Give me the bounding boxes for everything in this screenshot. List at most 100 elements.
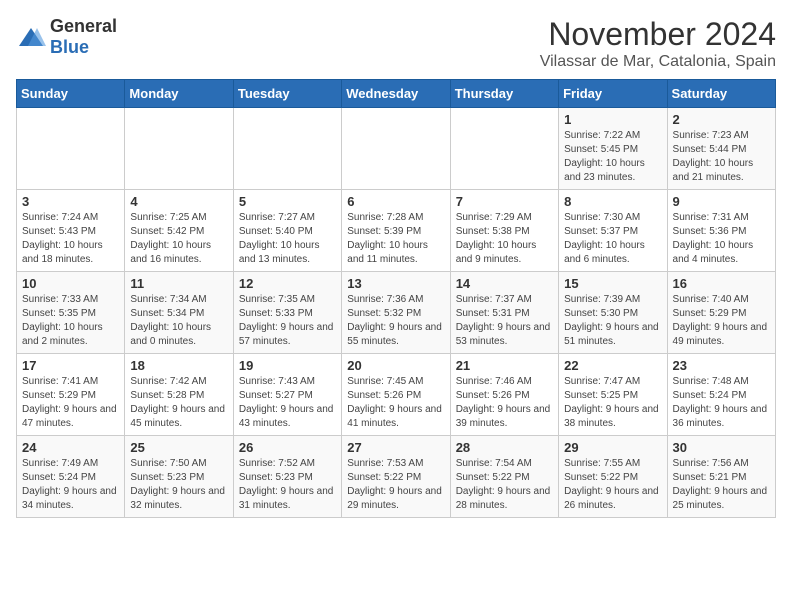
cell-week2-day6: 9 Sunrise: 7:31 AM Sunset: 5:36 PM Daylig…	[667, 190, 775, 272]
day-info: Sunrise: 7:48 AM Sunset: 5:24 PM Dayligh…	[673, 375, 770, 431]
day-number: 2	[673, 112, 770, 127]
day-number: 15	[564, 276, 661, 291]
day-number: 3	[22, 194, 119, 209]
cell-week3-day6: 16 Sunrise: 7:40 AM Sunset: 5:29 PM Dayli…	[667, 272, 775, 354]
day-number: 19	[239, 358, 336, 373]
day-info: Sunrise: 7:36 AM Sunset: 5:32 PM Dayligh…	[347, 293, 444, 349]
day-info: Sunrise: 7:50 AM Sunset: 5:23 PM Dayligh…	[130, 457, 227, 513]
cell-week3-day3: 13Sunrise: 7:36 AM Sunset: 5:32 PM Dayli…	[342, 272, 450, 354]
cell-week2-day3: 6Sunrise: 7:28 AM Sunset: 5:39 PM Daylig…	[342, 190, 450, 272]
cell-week1-day2	[233, 108, 341, 190]
cell-week2-day0: 3 Sunrise: 7:24 AM Sunset: 5:43 PM Daylig…	[17, 190, 125, 272]
calendar-header: Sunday Monday Tuesday Wednesday Thursday…	[17, 80, 776, 108]
day-info: Sunrise: 7:33 AM Sunset: 5:35 PM Dayligh…	[22, 293, 119, 349]
day-number: 14	[456, 276, 553, 291]
cell-week5-day2: 26Sunrise: 7:52 AM Sunset: 5:23 PM Dayli…	[233, 436, 341, 518]
day-info: Sunrise: 7:35 AM Sunset: 5:33 PM Dayligh…	[239, 293, 336, 349]
cell-week2-day4: 7Sunrise: 7:29 AM Sunset: 5:38 PM Daylig…	[450, 190, 558, 272]
cell-week1-day6: 2Sunrise: 7:23 AM Sunset: 5:44 PM Daylig…	[667, 108, 775, 190]
day-number: 27	[347, 440, 444, 455]
day-number: 4	[130, 194, 227, 209]
cell-week5-day3: 27 Sunrise: 7:53 AM Sunset: 5:22 PM Dayli…	[342, 436, 450, 518]
day-number: 10	[22, 276, 119, 291]
week-row-2: 3 Sunrise: 7:24 AM Sunset: 5:43 PM Daylig…	[17, 190, 776, 272]
day-info: Sunrise: 7:29 AM Sunset: 5:38 PM Dayligh…	[456, 211, 553, 267]
day-number: 5	[239, 194, 336, 209]
cell-week2-day2: 5 Sunrise: 7:27 AM Sunset: 5:40 PM Daylig…	[233, 190, 341, 272]
cell-week2-day5: 8 Sunrise: 7:30 AM Sunset: 5:37 PM Daylig…	[559, 190, 667, 272]
day-info: Sunrise: 7:24 AM Sunset: 5:43 PM Dayligh…	[22, 211, 119, 267]
cell-week3-day0: 10 Sunrise: 7:33 AM Sunset: 5:35 PM Dayli…	[17, 272, 125, 354]
cell-week3-day5: 15Sunrise: 7:39 AM Sunset: 5:30 PM Dayli…	[559, 272, 667, 354]
week-row-3: 10 Sunrise: 7:33 AM Sunset: 5:35 PM Dayli…	[17, 272, 776, 354]
day-number: 29	[564, 440, 661, 455]
day-info: Sunrise: 7:37 AM Sunset: 5:31 PM Dayligh…	[456, 293, 553, 349]
day-info: Sunrise: 7:53 AM Sunset: 5:22 PM Dayligh…	[347, 457, 444, 513]
cell-week3-day2: 12Sunrise: 7:35 AM Sunset: 5:33 PM Dayli…	[233, 272, 341, 354]
day-info: Sunrise: 7:55 AM Sunset: 5:22 PM Dayligh…	[564, 457, 661, 513]
day-number: 23	[673, 358, 770, 373]
day-number: 28	[456, 440, 553, 455]
day-number: 18	[130, 358, 227, 373]
logo-blue: Blue	[50, 37, 89, 57]
cell-week3-day1: 11Sunrise: 7:34 AM Sunset: 5:34 PM Dayli…	[125, 272, 233, 354]
day-number: 17	[22, 358, 119, 373]
day-number: 8	[564, 194, 661, 209]
day-info: Sunrise: 7:52 AM Sunset: 5:23 PM Dayligh…	[239, 457, 336, 513]
day-info: Sunrise: 7:30 AM Sunset: 5:37 PM Dayligh…	[564, 211, 661, 267]
header-saturday: Saturday	[667, 80, 775, 108]
cell-week1-day3	[342, 108, 450, 190]
cell-week4-day6: 23 Sunrise: 7:48 AM Sunset: 5:24 PM Dayli…	[667, 354, 775, 436]
day-info: Sunrise: 7:41 AM Sunset: 5:29 PM Dayligh…	[22, 375, 119, 431]
cell-week2-day1: 4 Sunrise: 7:25 AM Sunset: 5:42 PM Daylig…	[125, 190, 233, 272]
header-friday: Friday	[559, 80, 667, 108]
week-row-1: 1Sunrise: 7:22 AM Sunset: 5:45 PM Daylig…	[17, 108, 776, 190]
cell-week1-day5: 1Sunrise: 7:22 AM Sunset: 5:45 PM Daylig…	[559, 108, 667, 190]
day-info: Sunrise: 7:54 AM Sunset: 5:22 PM Dayligh…	[456, 457, 553, 513]
cell-week4-day5: 22 Sunrise: 7:47 AM Sunset: 5:25 PM Dayli…	[559, 354, 667, 436]
day-info: Sunrise: 7:31 AM Sunset: 5:36 PM Dayligh…	[673, 211, 770, 267]
header-row: Sunday Monday Tuesday Wednesday Thursday…	[17, 80, 776, 108]
day-info: Sunrise: 7:34 AM Sunset: 5:34 PM Dayligh…	[130, 293, 227, 349]
location-title: Vilassar de Mar, Catalonia, Spain	[540, 53, 776, 71]
day-info: Sunrise: 7:42 AM Sunset: 5:28 PM Dayligh…	[130, 375, 227, 431]
cell-week5-day6: 30 Sunrise: 7:56 AM Sunset: 5:21 PM Dayli…	[667, 436, 775, 518]
day-info: Sunrise: 7:27 AM Sunset: 5:40 PM Dayligh…	[239, 211, 336, 267]
day-info: Sunrise: 7:45 AM Sunset: 5:26 PM Dayligh…	[347, 375, 444, 431]
day-number: 21	[456, 358, 553, 373]
day-info: Sunrise: 7:40 AM Sunset: 5:29 PM Dayligh…	[673, 293, 770, 349]
header-monday: Monday	[125, 80, 233, 108]
week-row-5: 24Sunrise: 7:49 AM Sunset: 5:24 PM Dayli…	[17, 436, 776, 518]
cell-week5-day5: 29 Sunrise: 7:55 AM Sunset: 5:22 PM Dayli…	[559, 436, 667, 518]
day-number: 9	[673, 194, 770, 209]
day-number: 22	[564, 358, 661, 373]
header-wednesday: Wednesday	[342, 80, 450, 108]
day-info: Sunrise: 7:43 AM Sunset: 5:27 PM Dayligh…	[239, 375, 336, 431]
day-number: 16	[673, 276, 770, 291]
cell-week1-day1	[125, 108, 233, 190]
day-info: Sunrise: 7:28 AM Sunset: 5:39 PM Dayligh…	[347, 211, 444, 267]
cell-week4-day2: 19 Sunrise: 7:43 AM Sunset: 5:27 PM Dayli…	[233, 354, 341, 436]
cell-week1-day4	[450, 108, 558, 190]
header-tuesday: Tuesday	[233, 80, 341, 108]
day-info: Sunrise: 7:25 AM Sunset: 5:42 PM Dayligh…	[130, 211, 227, 267]
calendar-body: 1Sunrise: 7:22 AM Sunset: 5:45 PM Daylig…	[17, 108, 776, 518]
day-number: 20	[347, 358, 444, 373]
logo-icon	[16, 25, 46, 49]
cell-week4-day3: 20 Sunrise: 7:45 AM Sunset: 5:26 PM Dayli…	[342, 354, 450, 436]
cell-week1-day0	[17, 108, 125, 190]
cell-week3-day4: 14 Sunrise: 7:37 AM Sunset: 5:31 PM Dayli…	[450, 272, 558, 354]
day-info: Sunrise: 7:46 AM Sunset: 5:26 PM Dayligh…	[456, 375, 553, 431]
day-number: 25	[130, 440, 227, 455]
week-row-4: 17 Sunrise: 7:41 AM Sunset: 5:29 PM Dayli…	[17, 354, 776, 436]
cell-week4-day0: 17 Sunrise: 7:41 AM Sunset: 5:29 PM Dayli…	[17, 354, 125, 436]
cell-week5-day4: 28 Sunrise: 7:54 AM Sunset: 5:22 PM Dayli…	[450, 436, 558, 518]
day-info: Sunrise: 7:47 AM Sunset: 5:25 PM Dayligh…	[564, 375, 661, 431]
day-number: 1	[564, 112, 661, 127]
day-number: 30	[673, 440, 770, 455]
cell-week5-day0: 24Sunrise: 7:49 AM Sunset: 5:24 PM Dayli…	[17, 436, 125, 518]
day-info: Sunrise: 7:56 AM Sunset: 5:21 PM Dayligh…	[673, 457, 770, 513]
cell-week4-day4: 21 Sunrise: 7:46 AM Sunset: 5:26 PM Dayli…	[450, 354, 558, 436]
header-sunday: Sunday	[17, 80, 125, 108]
page-header: General Blue November 2024 Vilassar de M…	[16, 16, 776, 71]
